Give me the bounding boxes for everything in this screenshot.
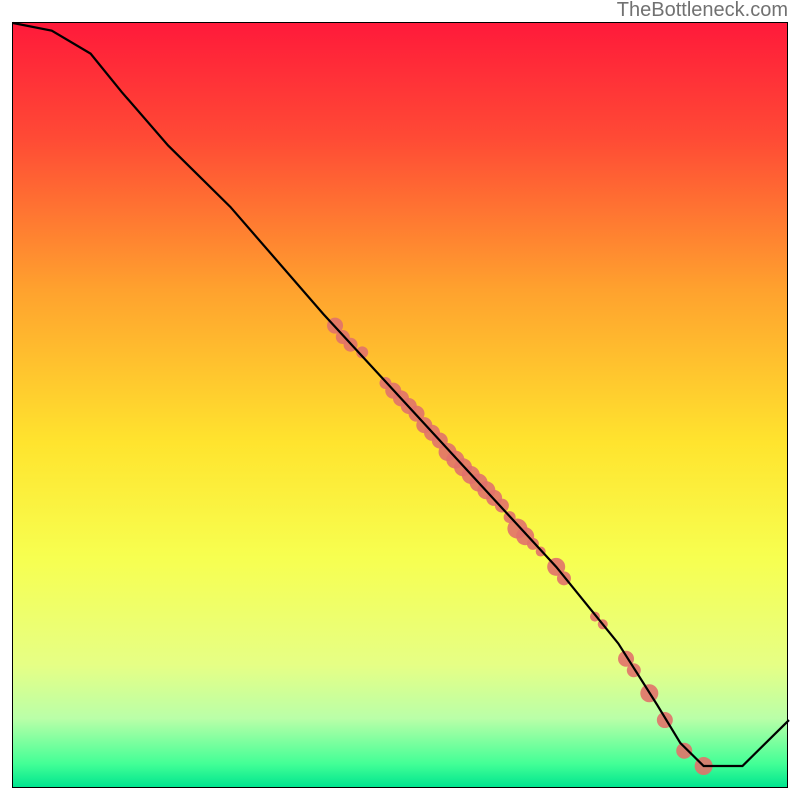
chart-svg [13, 23, 789, 789]
plot-area [12, 22, 788, 788]
chart-container: TheBottleneck.com [0, 0, 800, 800]
points-layer [327, 318, 713, 775]
data-point [495, 499, 509, 513]
data-point [676, 743, 692, 759]
watermark-label: TheBottleneck.com [617, 0, 788, 22]
